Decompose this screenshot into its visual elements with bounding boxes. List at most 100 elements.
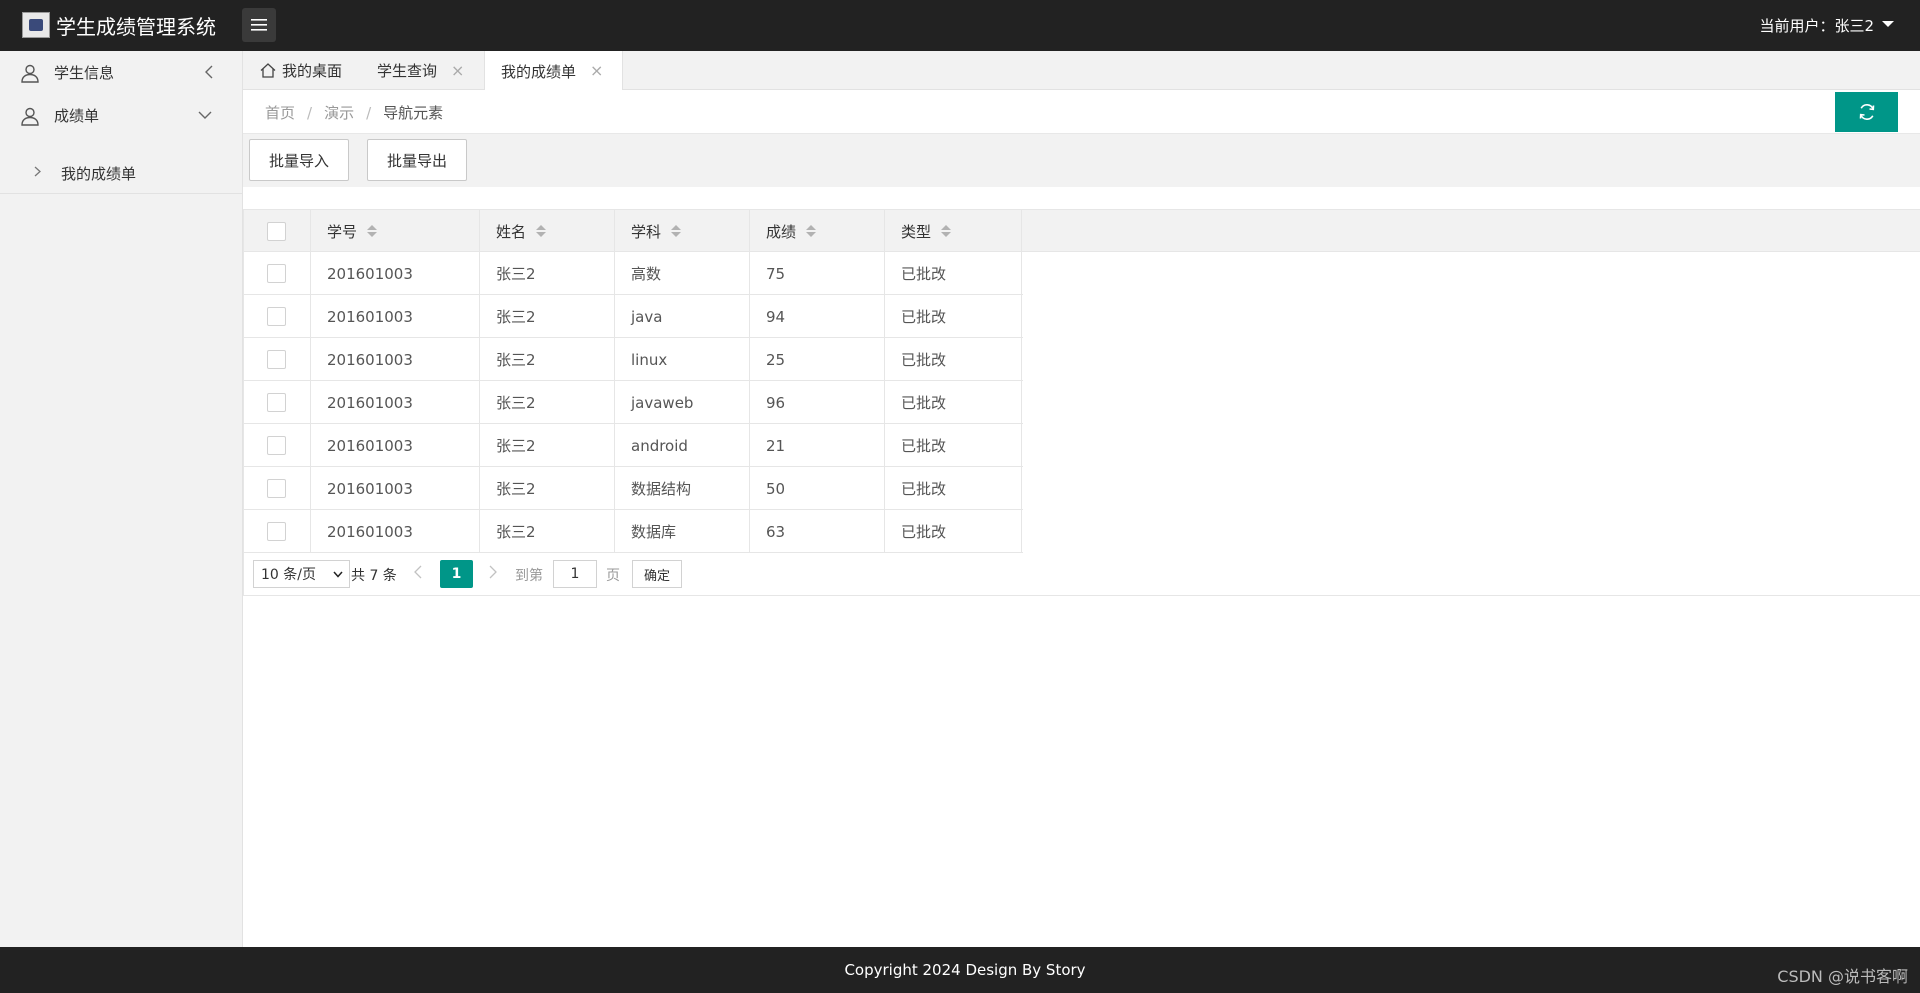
column-header-student-id[interactable]: 学号 [311, 210, 480, 252]
column-header-name[interactable]: 姓名 [480, 210, 615, 252]
cell-name: 张三2 [480, 295, 615, 338]
app-title: 学生成绩管理系统 [56, 15, 216, 39]
page-suffix: 页 [606, 568, 620, 584]
table-row[interactable]: 201601003 张三2 android 21 已批改 [244, 424, 1023, 467]
row-checkbox[interactable] [267, 393, 286, 412]
row-checkbox[interactable] [267, 479, 286, 498]
goto-page-input[interactable]: 1 [553, 560, 597, 588]
page-size-select[interactable]: 10 条/页 [253, 560, 350, 588]
cell-type: 已批改 [885, 510, 1022, 553]
breadcrumb-demo-link[interactable]: 演示 [324, 104, 354, 122]
batch-export-button[interactable]: 批量导出 [367, 139, 468, 181]
sidebar-subitem-label: 我的成绩单 [61, 165, 137, 183]
column-header-type[interactable]: 类型 [885, 210, 1022, 252]
next-page-icon[interactable] [489, 565, 497, 579]
cell-score: 21 [750, 424, 885, 467]
row-checkbox[interactable] [267, 350, 286, 369]
table-row[interactable]: 201601003 张三2 linux 25 已批改 [244, 338, 1023, 381]
sidebar-item-student-info[interactable]: 学生信息 [0, 51, 242, 94]
row-checkbox-cell [244, 510, 311, 553]
tab-bar: 我的桌面 学生查询 × 我的成绩单 × [243, 51, 1920, 91]
sort-icon[interactable] [941, 225, 952, 237]
column-header-label: 姓名 [496, 222, 527, 241]
cell-subject: linux [615, 338, 750, 381]
table-row[interactable]: 201601003 张三2 高数 75 已批改 [244, 252, 1023, 295]
cell-subject: 数据结构 [615, 467, 750, 510]
row-checkbox-cell [244, 381, 311, 424]
breadcrumb-home-link[interactable]: 首页 [265, 104, 295, 122]
menu-toggle-button[interactable] [242, 8, 276, 42]
row-checkbox[interactable] [267, 522, 286, 541]
tab-label: 我的成绩单 [501, 62, 577, 81]
sort-icon[interactable] [536, 225, 547, 237]
refresh-icon [1859, 104, 1874, 120]
home-icon [260, 63, 276, 78]
chevron-down-icon [198, 111, 212, 119]
cell-type: 已批改 [885, 252, 1022, 295]
row-checkbox[interactable] [267, 436, 286, 455]
watermark: CSDN @说书客啊 [1777, 967, 1908, 986]
tab-my-desktop[interactable]: 我的桌面 [260, 51, 342, 90]
row-checkbox[interactable] [267, 307, 286, 326]
page-button-current[interactable]: 1 [440, 560, 473, 588]
current-user-label: 当前用户：张三2 [1759, 17, 1874, 35]
cell-score: 75 [750, 252, 885, 295]
row-checkbox-cell [244, 295, 311, 338]
grades-table: 学号 姓名 学科 成绩 类型 201601003 张三2 高数 75 已批改 201601… [243, 209, 1920, 596]
goto-confirm-button[interactable]: 确定 [632, 560, 682, 588]
close-icon[interactable]: × [451, 62, 464, 79]
current-user-menu[interactable]: 当前用户：张三2 [1759, 15, 1894, 36]
table-row[interactable]: 201601003 张三2 数据结构 50 已批改 [244, 467, 1023, 510]
table-row[interactable]: 201601003 张三2 java 94 已批改 [244, 295, 1023, 338]
column-header-score[interactable]: 成绩 [750, 210, 885, 252]
cell-name: 张三2 [480, 510, 615, 553]
table-header: 学号 姓名 学科 成绩 类型 [244, 210, 1920, 252]
cell-student-id: 201601003 [311, 252, 480, 295]
close-icon[interactable]: × [590, 63, 603, 79]
breadcrumb: 首页 / 演示 / 导航元素 [265, 102, 443, 123]
cell-subject: javaweb [615, 381, 750, 424]
tab-my-grades[interactable]: 我的成绩单 × [484, 51, 623, 91]
sort-icon[interactable] [806, 225, 817, 237]
table-row[interactable]: 201601003 张三2 javaweb 96 已批改 [244, 381, 1023, 424]
top-header: 学生成绩管理系统 当前用户：张三2 [0, 0, 1920, 51]
chevron-right-icon [34, 166, 41, 177]
breadcrumb-current: 导航元素 [383, 104, 444, 122]
cell-score: 94 [750, 295, 885, 338]
pagination: 10 条/页 共 7 条 1 到第 1 页 确定 [244, 553, 1920, 596]
sort-icon[interactable] [367, 225, 378, 237]
sidebar-item-label: 成绩单 [54, 107, 100, 125]
sort-icon[interactable] [671, 225, 682, 237]
cell-student-id: 201601003 [311, 510, 480, 553]
chevron-down-icon [333, 571, 343, 578]
cell-student-id: 201601003 [311, 295, 480, 338]
sidebar-subitem-my-grades[interactable]: 我的成绩单 [0, 151, 242, 194]
cell-subject: android [615, 424, 750, 467]
tab-label: 我的桌面 [282, 62, 343, 80]
column-header-label: 成绩 [766, 222, 797, 241]
cell-score: 25 [750, 338, 885, 381]
sidebar-item-grades[interactable]: 成绩单 [0, 94, 242, 137]
cell-type: 已批改 [885, 295, 1022, 338]
row-checkbox-cell [244, 424, 311, 467]
column-header-subject[interactable]: 学科 [615, 210, 750, 252]
refresh-button[interactable] [1835, 92, 1898, 132]
page-size-value: 10 条/页 [261, 567, 316, 583]
cell-type: 已批改 [885, 338, 1022, 381]
table-row[interactable]: 201601003 张三2 数据库 63 已批改 [244, 510, 1023, 553]
cell-student-id: 201601003 [311, 381, 480, 424]
user-icon [21, 64, 39, 83]
prev-page-icon[interactable] [414, 565, 422, 579]
cell-student-id: 201601003 [311, 338, 480, 381]
column-header-label: 学科 [631, 222, 662, 241]
caret-down-icon [1882, 20, 1894, 27]
user-icon [21, 107, 39, 126]
tab-student-query[interactable]: 学生查询 × [377, 51, 464, 90]
row-checkbox[interactable] [267, 264, 286, 283]
chevron-left-icon [205, 65, 213, 79]
hamburger-icon [251, 19, 267, 31]
cell-subject: 数据库 [615, 510, 750, 553]
batch-import-button[interactable]: 批量导入 [249, 139, 350, 181]
select-all-checkbox[interactable] [267, 221, 286, 241]
cell-score: 63 [750, 510, 885, 553]
